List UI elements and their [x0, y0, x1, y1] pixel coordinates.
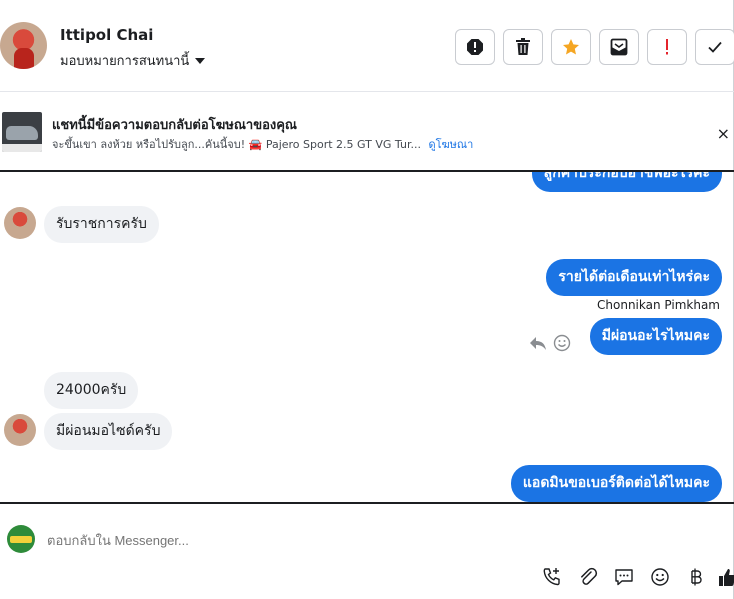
message-bubble-outgoing[interactable]: แอดมินขอเบอร์ติดต่อได้ไหมคะ — [510, 465, 722, 502]
like-icon — [719, 569, 734, 586]
mark-done-button[interactable] — [695, 29, 734, 65]
archive-button[interactable] — [599, 29, 639, 65]
baht-icon — [691, 568, 702, 586]
contact-avatar-small — [4, 207, 36, 239]
sender-name: Chonnikan Pimkham — [597, 298, 720, 312]
ad-snippet: จะขึ้นเขา ลงห้วย หรือไปรับลูก...คันนี้จบ… — [52, 138, 421, 151]
delete-button[interactable] — [503, 29, 543, 65]
message-bubble-incoming[interactable]: มีผ่อนมอไซด์ครับ — [44, 413, 173, 450]
reply-icon[interactable] — [529, 335, 547, 351]
paperclip-icon — [581, 567, 598, 585]
star-button[interactable] — [551, 29, 591, 65]
message-bubble-incoming[interactable]: รับราชการครับ — [44, 206, 159, 243]
message-bubble-incoming[interactable]: 24000ครับ — [44, 372, 139, 409]
spam-button[interactable] — [455, 29, 495, 65]
exclamation-icon — [666, 39, 668, 55]
star-icon — [563, 39, 579, 55]
emoji-icon — [651, 568, 669, 586]
emoji-button[interactable] — [649, 566, 671, 588]
chevron-down-icon — [195, 57, 206, 64]
smile-icon[interactable] — [553, 334, 571, 352]
view-ad-link[interactable]: ดูโฆษณา — [428, 138, 473, 151]
reply-input[interactable] — [47, 533, 447, 548]
ad-banner-subtitle: จะขึ้นเขา ลงห้วย หรือไปรับลูก...คันนี้จบ… — [52, 135, 473, 153]
contact-avatar-small — [4, 414, 36, 446]
assign-conversation-dropdown[interactable]: มอบหมายการสนทนานี้ — [60, 50, 206, 71]
archive-icon — [610, 38, 628, 56]
conversation-header: Ittipol Chai มอบหมายการสนทนานี้ — [0, 0, 734, 92]
trash-icon — [516, 38, 530, 55]
like-button[interactable] — [716, 566, 734, 588]
message-bubble-outgoing[interactable]: มีผ่อนอะไรไหมคะ — [589, 318, 722, 355]
ad-reply-banner: แชทนี้มีข้อความตอบกลับต่อโฆษณาของคุณ จะข… — [0, 92, 734, 172]
alert-icon — [467, 39, 483, 55]
mark-important-button[interactable] — [647, 29, 687, 65]
saved-replies-button[interactable] — [613, 566, 635, 588]
chat-icon — [615, 569, 633, 586]
ad-thumbnail[interactable] — [2, 112, 42, 152]
message-bubble-outgoing[interactable]: รายได้ต่อเดือนเท่าไหร่คะ — [546, 259, 722, 296]
message-bubble-outgoing[interactable]: สูกค้าประกอบอาชีพอะไรคะ — [531, 172, 722, 192]
message-thread[interactable]: สูกค้าประกอบอาชีพอะไรคะ รับราชการครับ รา… — [0, 172, 734, 504]
ad-banner-title: แชทนี้มีข้อความตอบกลับต่อโฆษณาของคุณ — [52, 118, 297, 133]
assign-label: มอบหมายการสนทนานี้ — [60, 54, 190, 69]
call-button[interactable] — [541, 566, 563, 588]
reply-composer — [0, 506, 734, 599]
attach-button[interactable] — [577, 566, 599, 588]
contact-avatar[interactable] — [0, 22, 47, 69]
phone-plus-icon — [543, 568, 560, 586]
conversation-panel: Ittipol Chai มอบหมายการสนทนานี้ แชทนี้มี… — [0, 0, 734, 599]
check-icon — [708, 41, 722, 53]
payment-button[interactable] — [685, 566, 707, 588]
contact-name[interactable]: Ittipol Chai — [60, 26, 153, 44]
page-avatar — [7, 525, 35, 553]
close-icon[interactable]: × — [717, 124, 730, 143]
